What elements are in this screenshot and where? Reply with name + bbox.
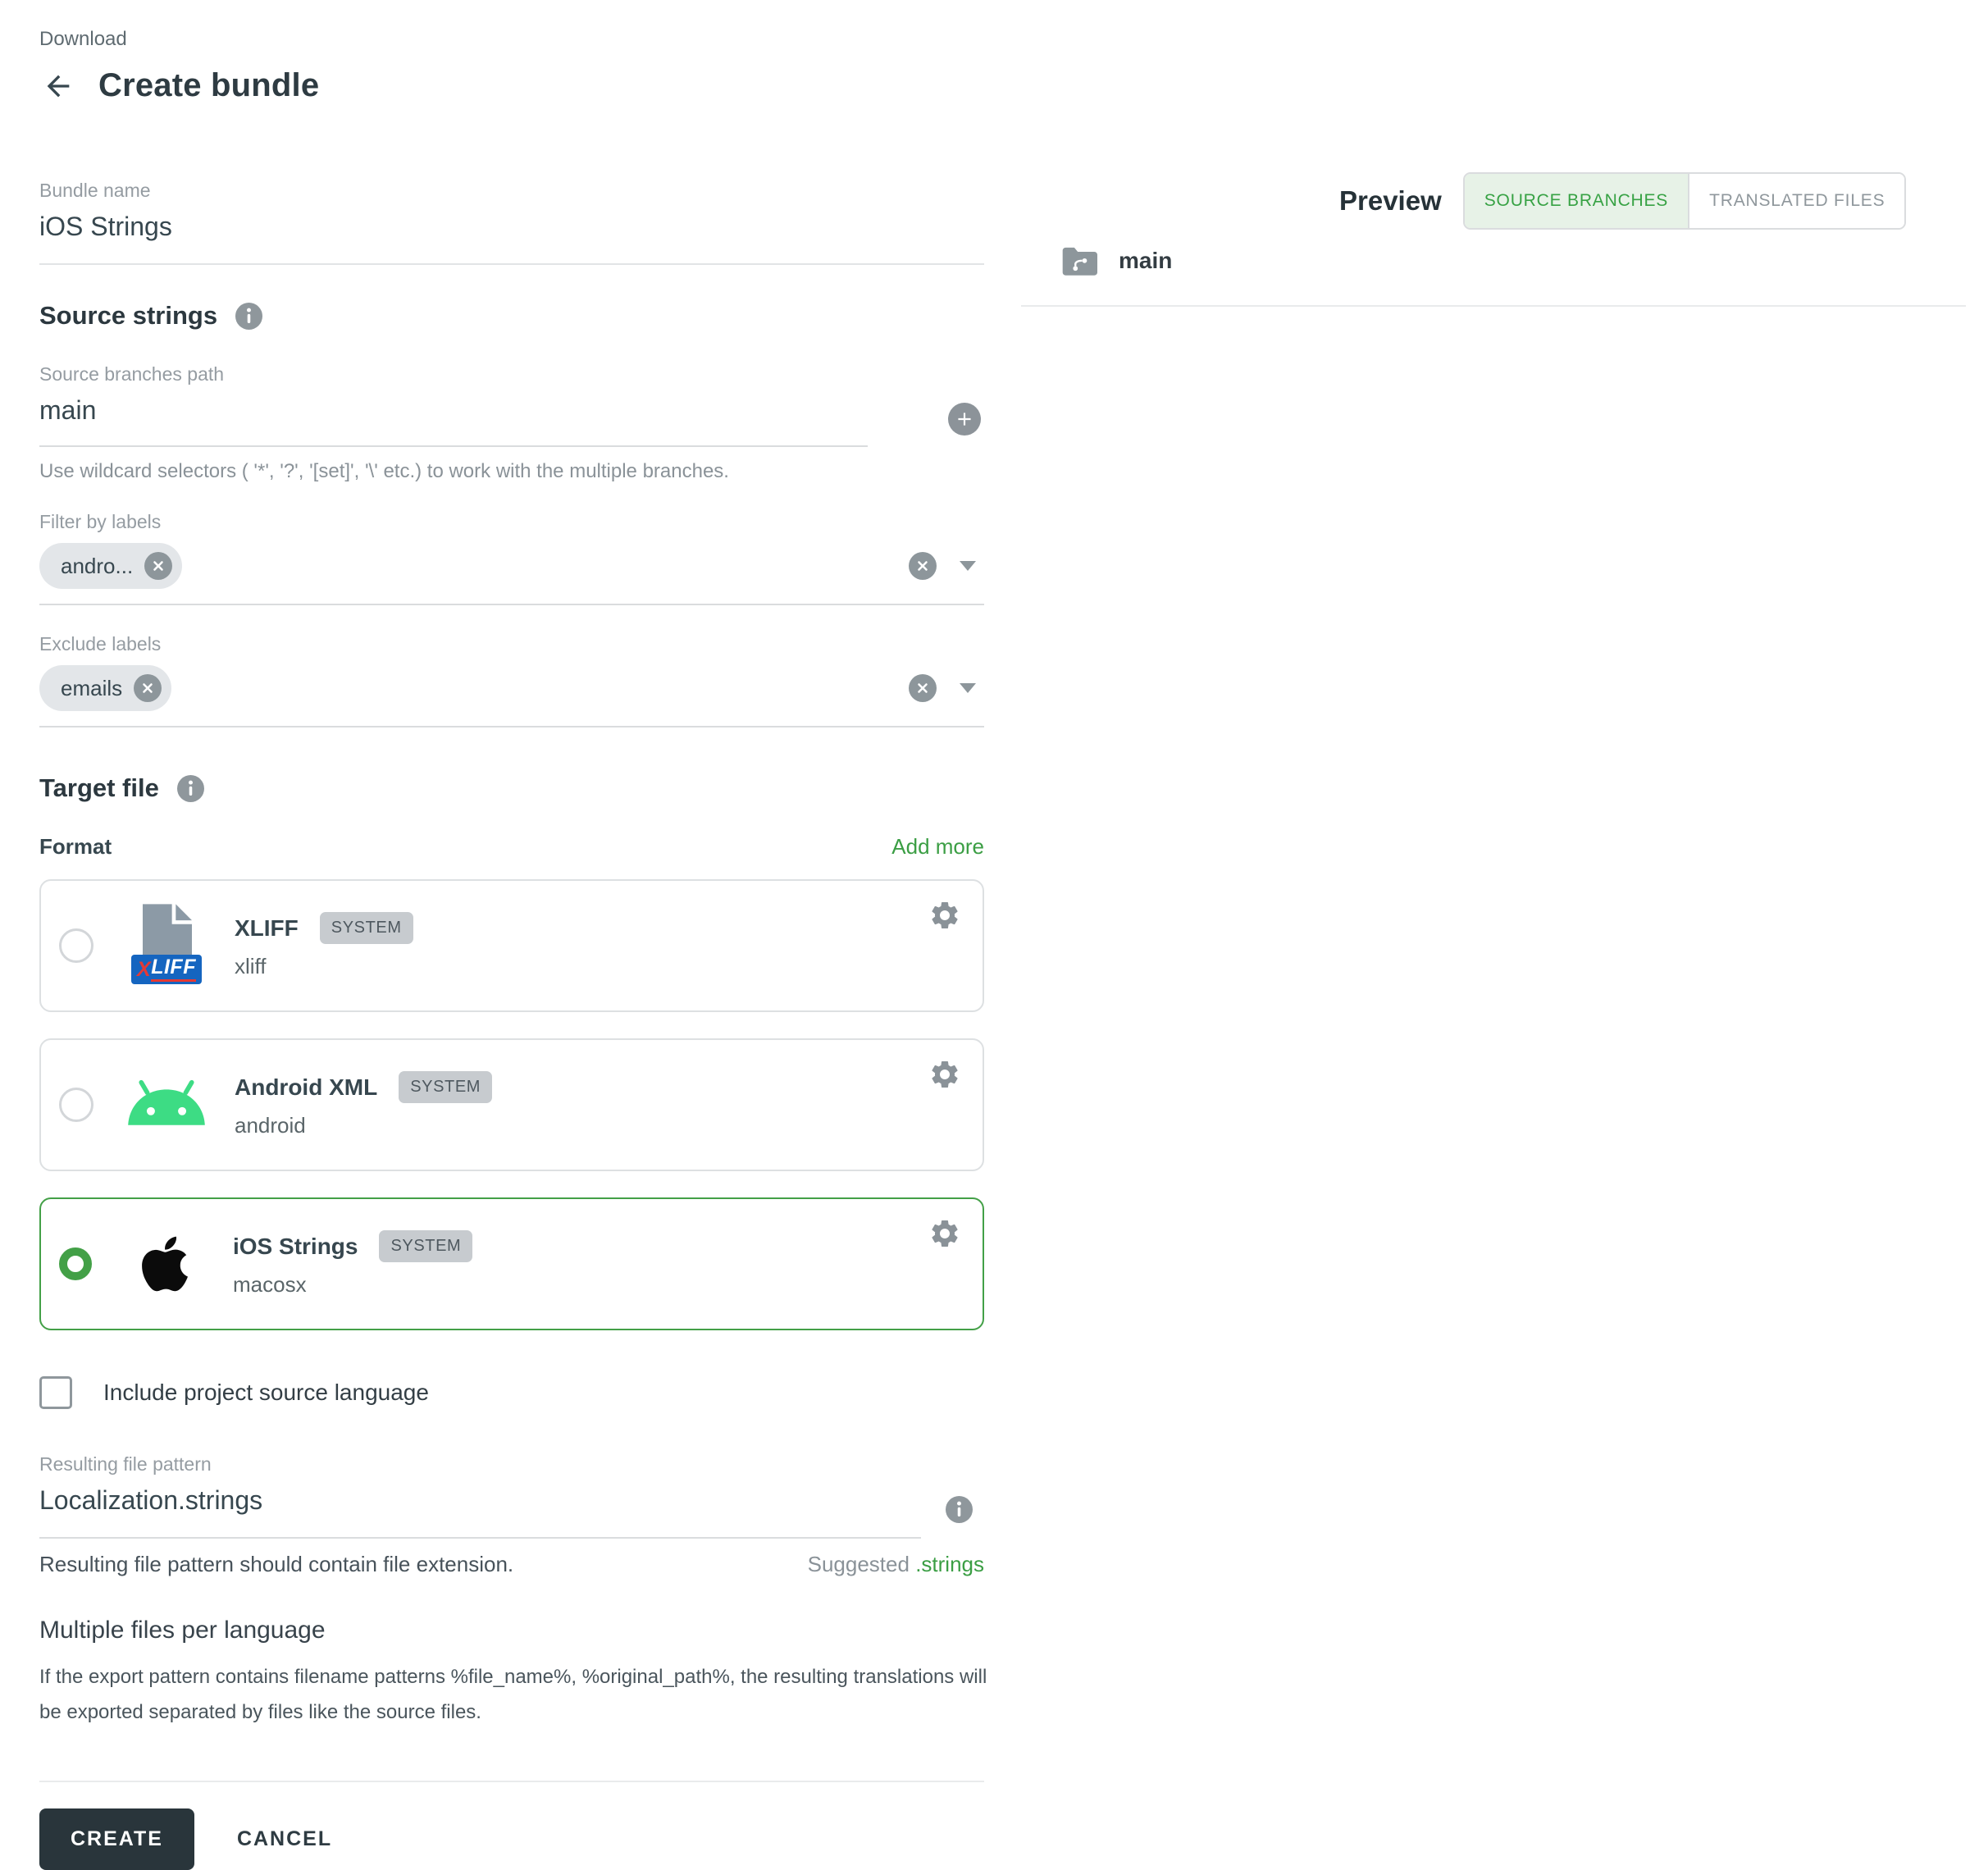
source-branches-path-field: Source branches path main Use wildcard s… bbox=[39, 363, 984, 483]
wildcard-helper-text: Use wildcard selectors ( '*', '?', '[set… bbox=[39, 460, 984, 483]
info-icon[interactable] bbox=[946, 1496, 973, 1523]
target-file-heading: Target file bbox=[39, 773, 159, 803]
pattern-helper-text: Resulting file pattern should contain fi… bbox=[39, 1552, 513, 1577]
format-row: Format Add more bbox=[39, 834, 984, 860]
info-icon[interactable] bbox=[235, 303, 262, 330]
resulting-file-pattern-label: Resulting file pattern bbox=[39, 1453, 984, 1475]
multiple-files-heading: Multiple files per language bbox=[39, 1617, 984, 1644]
actions-divider bbox=[39, 1781, 984, 1782]
remove-chip-icon[interactable] bbox=[134, 674, 162, 702]
android-robot-icon bbox=[121, 1078, 212, 1132]
bundle-name-label: Bundle name bbox=[39, 180, 984, 202]
bundle-name-field: Bundle name iOS Strings bbox=[39, 180, 984, 265]
tree-item-main-branch[interactable]: main bbox=[1061, 246, 1172, 276]
format-subtitle: android bbox=[235, 1113, 492, 1138]
suggested-value-link[interactable]: .strings bbox=[915, 1552, 984, 1576]
back-arrow-icon[interactable] bbox=[39, 70, 77, 103]
source-branches-path-label: Source branches path bbox=[39, 363, 984, 385]
gear-icon[interactable] bbox=[928, 1058, 961, 1091]
page-title-row: Create bundle bbox=[39, 67, 984, 104]
include-source-language-label: Include project source language bbox=[103, 1380, 429, 1406]
xliff-document-icon: XLIFF bbox=[121, 904, 212, 987]
gear-icon[interactable] bbox=[928, 1217, 961, 1250]
exclude-labels-label: Exclude labels bbox=[39, 633, 984, 655]
label-chip-text: andro... bbox=[61, 554, 133, 579]
info-icon[interactable] bbox=[177, 775, 204, 802]
format-subtitle: macosx bbox=[233, 1272, 472, 1298]
chevron-down-icon[interactable] bbox=[960, 683, 976, 693]
tree-item-label: main bbox=[1119, 248, 1172, 274]
source-strings-heading: Source strings bbox=[39, 301, 217, 331]
format-card-android-xml[interactable]: Android XML SYSTEM android bbox=[39, 1038, 984, 1171]
format-card-list: XLIFF XLIFF SYSTEM xliff bbox=[39, 879, 984, 1330]
tab-source-branches[interactable]: SOURCE BRANCHES bbox=[1465, 174, 1688, 228]
format-card-ios-strings[interactable]: iOS Strings SYSTEM macosx bbox=[39, 1197, 984, 1330]
format-card-xliff[interactable]: XLIFF XLIFF SYSTEM xliff bbox=[39, 879, 984, 1012]
gear-icon[interactable] bbox=[928, 899, 961, 932]
xliff-badge-rest: LIFF bbox=[151, 957, 196, 982]
format-subtitle: xliff bbox=[235, 954, 413, 979]
exclude-labels-select[interactable]: emails bbox=[39, 655, 984, 727]
label-chip-text: emails bbox=[61, 676, 122, 701]
include-source-language-row: Include project source language bbox=[39, 1376, 984, 1409]
format-title: XLIFF bbox=[235, 915, 299, 942]
preview-divider bbox=[1021, 305, 1966, 307]
include-source-language-checkbox[interactable] bbox=[39, 1376, 72, 1409]
radio-unselected[interactable] bbox=[59, 1088, 93, 1122]
preview-header: Preview SOURCE BRANCHES TRANSLATED FILES bbox=[1339, 172, 1906, 230]
apple-logo-icon bbox=[120, 1233, 210, 1295]
suggested-extension: Suggested .strings bbox=[808, 1552, 984, 1577]
preview-tab-group: SOURCE BRANCHES TRANSLATED FILES bbox=[1463, 172, 1907, 230]
radio-unselected[interactable] bbox=[59, 928, 93, 963]
xliff-badge-x: X bbox=[137, 958, 151, 982]
actions-row: CREATE CANCEL bbox=[39, 1808, 984, 1870]
chevron-down-icon[interactable] bbox=[960, 561, 976, 571]
breadcrumb: Download bbox=[39, 28, 984, 51]
label-chip[interactable]: andro... bbox=[39, 543, 182, 589]
suggested-label: Suggested bbox=[808, 1552, 910, 1576]
pattern-helper-row: Resulting file pattern should contain fi… bbox=[39, 1552, 984, 1577]
cancel-button[interactable]: CANCEL bbox=[232, 1819, 337, 1859]
bundle-name-input[interactable]: iOS Strings bbox=[39, 212, 984, 265]
system-badge: SYSTEM bbox=[379, 1230, 472, 1262]
filter-by-labels-label: Filter by labels bbox=[39, 511, 984, 533]
radio-selected[interactable] bbox=[59, 1247, 92, 1280]
resulting-file-pattern-input[interactable]: Localization.strings bbox=[39, 1485, 921, 1537]
add-more-link[interactable]: Add more bbox=[891, 834, 984, 860]
label-chip[interactable]: emails bbox=[39, 665, 171, 711]
resulting-file-pattern-field: Resulting file pattern Localization.stri… bbox=[39, 1453, 984, 1539]
system-badge: SYSTEM bbox=[399, 1071, 492, 1103]
tab-translated-files[interactable]: TRANSLATED FILES bbox=[1688, 174, 1904, 228]
page-title: Create bundle bbox=[98, 67, 319, 104]
remove-chip-icon[interactable] bbox=[144, 552, 172, 580]
filter-labels-select[interactable]: andro... bbox=[39, 533, 984, 605]
create-bundle-form: Download Create bundle Bundle name iOS S… bbox=[39, 0, 984, 1870]
clear-select-icon[interactable] bbox=[909, 674, 937, 702]
add-branch-button[interactable] bbox=[948, 403, 981, 436]
source-strings-section-head: Source strings bbox=[39, 301, 984, 331]
format-title: Android XML bbox=[235, 1074, 377, 1101]
preview-panel: Preview SOURCE BRANCHES TRANSLATED FILES… bbox=[1021, 0, 1988, 1868]
format-label: Format bbox=[39, 834, 112, 860]
source-branches-path-input[interactable]: main bbox=[39, 395, 868, 445]
target-file-section-head: Target file bbox=[39, 773, 984, 803]
preview-title: Preview bbox=[1339, 185, 1442, 217]
system-badge: SYSTEM bbox=[320, 912, 413, 944]
create-button[interactable]: CREATE bbox=[39, 1808, 194, 1870]
git-branch-folder-icon bbox=[1061, 246, 1097, 276]
clear-select-icon[interactable] bbox=[909, 552, 937, 580]
format-title: iOS Strings bbox=[233, 1234, 358, 1260]
multiple-files-description: If the export pattern contains filename … bbox=[39, 1659, 991, 1730]
